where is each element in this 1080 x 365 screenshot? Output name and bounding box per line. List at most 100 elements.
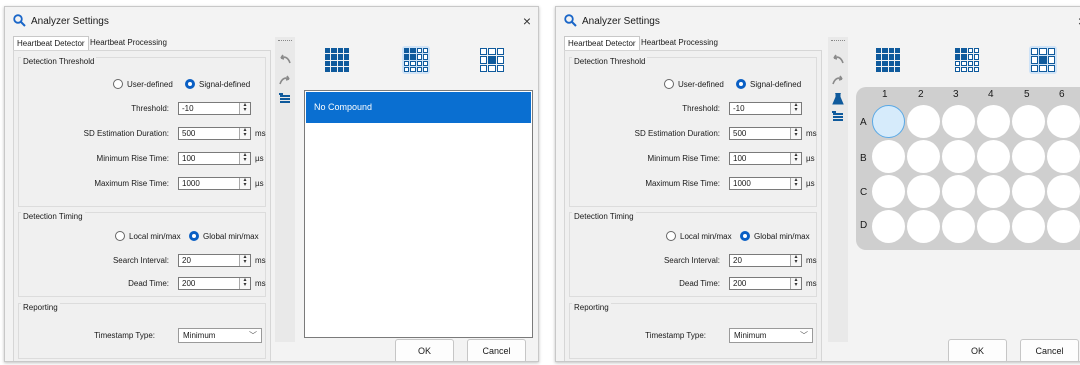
- close-button[interactable]: ×: [516, 12, 538, 30]
- max-rise-field[interactable]: 1000 ▴ ▾: [729, 177, 802, 190]
- well-b4[interactable]: [977, 140, 1010, 173]
- flask-icon[interactable]: [831, 93, 845, 105]
- dead-time-label: Dead Time:: [128, 279, 169, 288]
- spin-arrows-icon[interactable]: ▴ ▾: [239, 103, 250, 114]
- well-d3[interactable]: [942, 210, 975, 243]
- plate-row-label: B: [860, 153, 867, 164]
- detection-timing-group: Detection Timing Local min/max Global mi…: [569, 212, 817, 297]
- global-minmax-radio[interactable]: Global min/max: [189, 231, 259, 241]
- spin-arrows-icon[interactable]: ▴ ▾: [790, 128, 801, 139]
- radio-dot: [666, 231, 676, 241]
- chevron-down-icon: ﹀: [800, 331, 808, 340]
- well-a1[interactable]: [872, 105, 905, 138]
- layout-partial-button[interactable]: [953, 46, 981, 74]
- layout-full-button[interactable]: [874, 46, 902, 74]
- field-value: -10: [733, 104, 745, 113]
- layout-outline-button[interactable]: [478, 46, 506, 74]
- sd-estimation-field[interactable]: 500 ▴ ▾: [178, 127, 251, 140]
- compound-list[interactable]: No Compound: [304, 90, 533, 338]
- spin-arrows-icon[interactable]: ▴ ▾: [790, 278, 801, 289]
- detection-threshold-group: Detection Threshold User-defined Signal-…: [569, 57, 817, 207]
- spin-arrows-icon[interactable]: ▴ ▾: [239, 278, 250, 289]
- well-b2[interactable]: [907, 140, 940, 173]
- local-minmax-radio[interactable]: Local min/max: [115, 231, 181, 241]
- spin-arrows-icon[interactable]: ▴ ▾: [790, 255, 801, 266]
- well-b3[interactable]: [942, 140, 975, 173]
- tab-heartbeat-processing[interactable]: Heartbeat Processing: [638, 36, 721, 50]
- search-interval-field[interactable]: 20 ▴ ▾: [178, 254, 251, 267]
- timestamp-type-label: Timestamp Type:: [94, 331, 155, 340]
- threshold-field[interactable]: -10 ▴ ▾: [178, 102, 251, 115]
- well-d1[interactable]: [872, 210, 905, 243]
- well-d4[interactable]: [977, 210, 1010, 243]
- undo-icon[interactable]: [831, 53, 845, 65]
- signal-defined-radio[interactable]: Signal-defined: [185, 79, 250, 89]
- ok-button[interactable]: OK: [395, 339, 454, 361]
- max-rise-field[interactable]: 1000 ▴ ▾: [178, 177, 251, 190]
- well-b5[interactable]: [1012, 140, 1045, 173]
- cancel-button[interactable]: Cancel: [467, 339, 526, 361]
- well-d5[interactable]: [1012, 210, 1045, 243]
- field-value: 200: [182, 279, 196, 288]
- global-minmax-radio[interactable]: Global min/max: [740, 231, 810, 241]
- min-rise-field[interactable]: 100 ▴ ▾: [178, 152, 251, 165]
- timestamp-type-select[interactable]: Minimum ﹀: [178, 328, 262, 343]
- well-a3[interactable]: [942, 105, 975, 138]
- tab-heartbeat-detector[interactable]: Heartbeat Detector: [13, 36, 89, 51]
- user-defined-radio[interactable]: User-defined: [664, 79, 724, 89]
- well-c1[interactable]: [872, 175, 905, 208]
- close-button[interactable]: ×: [1071, 12, 1080, 30]
- title-bar: Analyzer Settings ×: [5, 7, 538, 35]
- well-c5[interactable]: [1012, 175, 1045, 208]
- threshold-field[interactable]: -10 ▴ ▾: [729, 102, 802, 115]
- search-interval-field[interactable]: 20 ▴ ▾: [729, 254, 802, 267]
- layout-partial-button[interactable]: [402, 46, 430, 74]
- undo-icon[interactable]: [278, 53, 292, 65]
- spin-arrows-icon[interactable]: ▴ ▾: [239, 255, 250, 266]
- well-c4[interactable]: [977, 175, 1010, 208]
- sd-estimation-field[interactable]: 500 ▴ ▾: [729, 127, 802, 140]
- well-c2[interactable]: [907, 175, 940, 208]
- dead-time-field[interactable]: 200 ▴ ▾: [729, 277, 802, 290]
- well-b1[interactable]: [872, 140, 905, 173]
- well-c3[interactable]: [942, 175, 975, 208]
- spin-arrows-icon[interactable]: ▴ ▾: [239, 178, 250, 189]
- compound-list-icon[interactable]: [831, 111, 845, 123]
- redo-icon[interactable]: [278, 74, 292, 86]
- ok-button[interactable]: OK: [948, 339, 1007, 361]
- layout-full-button[interactable]: [323, 46, 351, 74]
- timestamp-type-select[interactable]: Minimum ﹀: [729, 328, 813, 343]
- spin-arrows-icon[interactable]: ▴ ▾: [239, 153, 250, 164]
- well-a2[interactable]: [907, 105, 940, 138]
- dead-time-field[interactable]: 200 ▴ ▾: [178, 277, 251, 290]
- compound-list-icon[interactable]: [278, 93, 292, 105]
- well-a4[interactable]: [977, 105, 1010, 138]
- cancel-button[interactable]: Cancel: [1020, 339, 1079, 361]
- threshold-label: Threshold:: [682, 104, 720, 113]
- detection-timing-group: Detection Timing Local min/max Global mi…: [18, 212, 266, 297]
- local-minmax-radio[interactable]: Local min/max: [666, 231, 732, 241]
- well-d2[interactable]: [907, 210, 940, 243]
- spin-arrows-icon[interactable]: ▴ ▾: [790, 103, 801, 114]
- spin-arrows-icon[interactable]: ▴ ▾: [239, 128, 250, 139]
- well-a6[interactable]: [1047, 105, 1080, 138]
- signal-defined-radio[interactable]: Signal-defined: [736, 79, 801, 89]
- tab-heartbeat-detector[interactable]: Heartbeat Detector: [564, 36, 640, 51]
- field-value: 20: [182, 256, 191, 265]
- well-d6[interactable]: [1047, 210, 1080, 243]
- group-title: Detection Timing: [21, 212, 85, 221]
- layout-outline-button[interactable]: [1029, 46, 1057, 74]
- min-rise-field[interactable]: 100 ▴ ▾: [729, 152, 802, 165]
- spin-arrows-icon[interactable]: ▴ ▾: [790, 178, 801, 189]
- well-b6[interactable]: [1047, 140, 1080, 173]
- tab-heartbeat-processing[interactable]: Heartbeat Processing: [87, 36, 170, 50]
- list-item-selected[interactable]: No Compound: [306, 92, 531, 123]
- redo-icon[interactable]: [831, 74, 845, 86]
- search-interval-label: Search Interval:: [112, 256, 169, 265]
- radio-dot-selected: [736, 79, 746, 89]
- well-a5[interactable]: [1012, 105, 1045, 138]
- unit-label: ms: [806, 256, 817, 265]
- spin-arrows-icon[interactable]: ▴ ▾: [790, 153, 801, 164]
- well-c6[interactable]: [1047, 175, 1080, 208]
- user-defined-radio[interactable]: User-defined: [113, 79, 173, 89]
